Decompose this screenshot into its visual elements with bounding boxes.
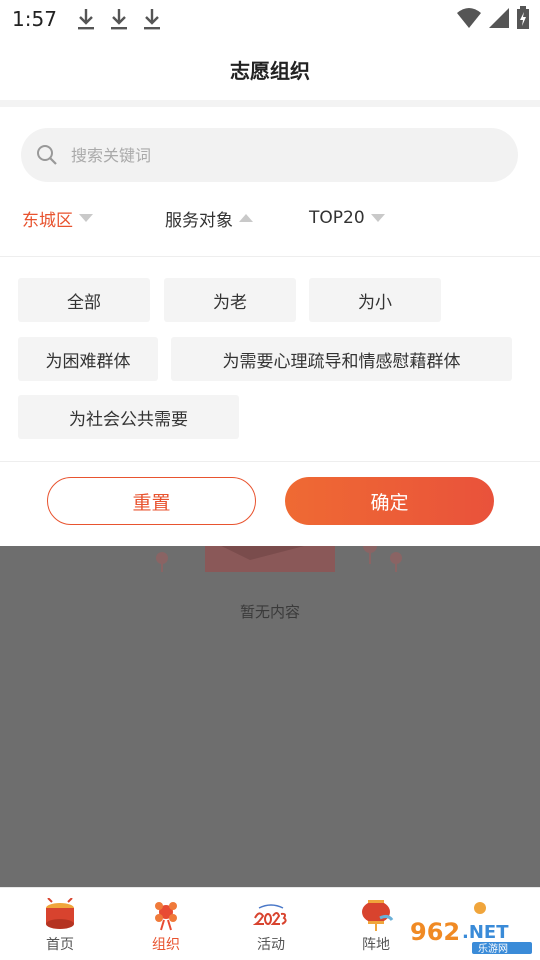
search-bar[interactable] (21, 128, 518, 182)
status-bar: 1:57 (0, 0, 540, 38)
tag-option[interactable]: 为需要心理疏导和情感慰藉群体 (171, 337, 512, 381)
nav-label: 组织 (152, 937, 180, 953)
download-icon (108, 6, 130, 32)
activity-2023-icon (253, 904, 287, 925)
site-watermark-logo: 962 .NET 乐游网 (402, 902, 534, 955)
filter-district[interactable]: 东城区 (22, 199, 93, 237)
wifi-icon (457, 8, 481, 28)
caret-down-icon (370, 214, 385, 222)
page-title: 志愿组织 (230, 58, 310, 83)
svg-text:962: 962 (410, 918, 460, 946)
signal-icon (489, 8, 509, 28)
position-lantern-icon (362, 900, 394, 931)
tag-option[interactable]: 全部 (18, 278, 150, 322)
filter-panel: 东城区 服务对象 TOP20 全部 为老 为小 为困难群体 为需要心理疏导和情感… (0, 107, 540, 546)
caret-down-icon (79, 214, 93, 222)
tag-option[interactable]: 为小 (309, 278, 441, 322)
nav-item-home[interactable]: 首页 (20, 888, 100, 960)
download-icon (141, 6, 163, 32)
search-icon (37, 145, 57, 165)
caret-up-icon (239, 214, 253, 222)
tag-option[interactable]: 为困难群体 (18, 337, 158, 381)
page-header: 志愿组织 (0, 38, 540, 100)
organization-knot-icon (155, 902, 177, 931)
reset-button[interactable]: 重置 (47, 477, 256, 525)
empty-box-illustration (156, 546, 402, 572)
search-input[interactable] (71, 145, 471, 165)
header-divider (0, 100, 540, 107)
tag-option[interactable]: 为老 (164, 278, 296, 322)
filter-row: 东城区 服务对象 TOP20 (0, 199, 540, 237)
battery-icon (517, 6, 529, 29)
filter-top20-label: TOP20 (309, 208, 365, 228)
dim-overlay[interactable]: 暂无内容 (0, 546, 540, 887)
filter-divider (0, 256, 540, 257)
filter-top20[interactable]: TOP20 (309, 199, 385, 237)
nav-label: 阵地 (362, 937, 390, 953)
filter-district-label: 东城区 (22, 210, 73, 231)
svg-text:乐游网: 乐游网 (478, 942, 508, 955)
actions-divider (0, 461, 540, 462)
empty-state-text: 暂无内容 (239, 603, 300, 621)
tag-option[interactable]: 为社会公共需要 (18, 395, 239, 439)
nav-item-activity[interactable]: 活动 (231, 888, 311, 960)
nav-label: 活动 (257, 937, 285, 953)
filter-service-target[interactable]: 服务对象 (165, 199, 253, 237)
nav-label: 首页 (46, 937, 74, 953)
nav-item-organization[interactable]: 组织 (126, 888, 206, 960)
filter-service-target-label: 服务对象 (165, 210, 233, 231)
download-icon (75, 6, 97, 32)
svg-text:.NET: .NET (462, 922, 509, 943)
confirm-button[interactable]: 确定 (285, 477, 494, 525)
home-drum-icon (46, 898, 74, 929)
status-time: 1:57 (12, 7, 57, 31)
